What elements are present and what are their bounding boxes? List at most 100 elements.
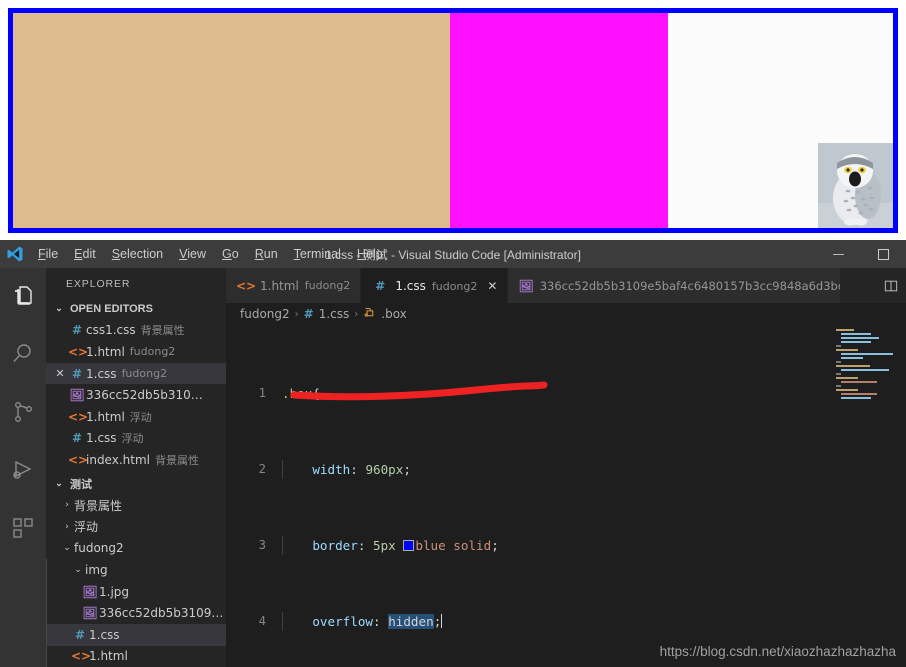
chevron-down-icon: ⌄ — [74, 564, 82, 575]
explorer-icon[interactable] — [0, 276, 46, 316]
file-desc: 浮动 — [121, 432, 144, 446]
folder-item-img[interactable]: ⌄ img — [46, 559, 226, 581]
html-file-icon: <> — [236, 278, 257, 293]
close-icon[interactable]: ✕ — [52, 367, 68, 380]
title-bar: File Edit Selection View Go Run Terminal… — [0, 240, 906, 268]
tab-label: 1.css — [395, 279, 426, 293]
tab-label: 336cc52db5b3109e5baf4c6480157b3cc9848a6d… — [539, 278, 841, 293]
code-editor[interactable]: 1 .box{ 2 width: 960px; 3 border: 5px blu… — [226, 325, 906, 667]
file-item-1html[interactable]: <> 1.html — [46, 645, 226, 667]
menu-selection[interactable]: Selection — [104, 244, 171, 264]
folder-name: 浮动 — [74, 520, 99, 535]
code-content[interactable]: 1 .box{ 2 width: 960px; 3 border: 5px blu… — [226, 325, 906, 667]
menu-terminal[interactable]: Terminal — [286, 244, 349, 264]
image-file-icon: 🖼 — [82, 606, 98, 621]
file-name: 1.html — [86, 409, 125, 424]
chevron-down-icon: ⌄ — [63, 543, 71, 554]
open-editor-item-1html-fudong2[interactable]: <> 1.html fudong2 — [46, 341, 226, 363]
editor-tabs: <> 1.html fudong2 # 1.css fudong2 ✕ 🖼 33… — [226, 268, 906, 303]
css-symbol-icon — [363, 306, 376, 322]
tab-1css-fudong2[interactable]: # 1.css fudong2 ✕ — [361, 268, 509, 303]
html-file-icon: <> — [68, 344, 89, 359]
file-name: 1.css — [86, 431, 117, 446]
open-editor-item-1css-fudong2[interactable]: ✕ # 1.css fudong2 — [46, 362, 226, 385]
open-editors-header[interactable]: ⌄ OPEN EDITORS — [46, 298, 226, 320]
file-item-1css[interactable]: # 1.css — [46, 623, 226, 646]
search-icon[interactable] — [0, 334, 46, 374]
line-text: width: 960px; — [282, 460, 411, 479]
split-editor-button[interactable] — [876, 268, 906, 303]
css-file-icon: # — [71, 431, 83, 446]
file-desc: 背景属性 — [140, 324, 185, 338]
open-editor-item-css1[interactable]: # css1.css 背景属性 — [46, 320, 226, 342]
tab-image[interactable]: 🖼 336cc52db5b3109e5baf4c6480157b3cc9848a… — [508, 268, 842, 303]
menu-edit[interactable]: Edit — [66, 244, 104, 264]
code-line: 2 width: 960px; — [226, 460, 906, 479]
file-item-hashimage[interactable]: 🖼 336cc52db5b3109… — [46, 602, 226, 624]
workspace-label: 测试 — [70, 478, 92, 491]
menu-view[interactable]: View — [171, 244, 214, 264]
extensions-icon[interactable] — [0, 508, 46, 548]
source-control-icon[interactable] — [0, 392, 46, 432]
menu-bar[interactable]: File Edit Selection View Go Run Terminal… — [30, 244, 391, 264]
menu-run[interactable]: Run — [247, 244, 286, 264]
file-desc: 浮动 — [129, 410, 152, 424]
tab-desc: fudong2 — [431, 279, 478, 293]
code-line: 4 overflow: hidden; — [226, 612, 906, 631]
line-text: .box{ — [282, 386, 320, 401]
menu-go[interactable]: Go — [214, 244, 247, 264]
vscode-window: File Edit Selection View Go Run Terminal… — [0, 240, 906, 667]
menu-help[interactable]: Help — [349, 244, 391, 264]
html-file-icon: <> — [68, 409, 89, 424]
minimize-button[interactable]: — — [816, 240, 861, 268]
line-text: overflow: hidden; — [282, 612, 443, 631]
image-file-icon: 🖼 — [69, 388, 85, 403]
open-editors-label: OPEN EDITORS — [70, 302, 153, 315]
line-text: border: 5px blue solid; — [282, 536, 499, 555]
activity-bar — [0, 268, 46, 667]
editor-area: <> 1.html fudong2 # 1.css fudong2 ✕ 🖼 33… — [226, 268, 906, 667]
run-and-debug-icon[interactable] — [0, 450, 46, 490]
file-name: 1.html — [86, 344, 125, 359]
browser-preview — [0, 0, 906, 240]
file-desc: fudong2 — [121, 367, 168, 381]
selected-token: hidden — [388, 614, 434, 629]
file-item-1jpg[interactable]: 🖼 1.jpg — [46, 580, 226, 603]
tab-1html-fudong2[interactable]: <> 1.html fudong2 — [226, 268, 362, 303]
open-editor-item-1html-fudong[interactable]: <> 1.html 浮动 — [46, 406, 226, 428]
maximize-button[interactable] — [861, 240, 906, 268]
css-file-icon: # — [71, 323, 83, 338]
line-number: 3 — [258, 538, 266, 552]
file-desc: fudong2 — [129, 345, 176, 359]
file-name: 336cc52db5b310… — [86, 388, 203, 403]
chevron-right-icon: › — [65, 521, 69, 532]
css-file-icon: # — [303, 307, 314, 321]
folder-item-fudong2[interactable]: ⌄ fudong2 — [46, 538, 226, 560]
preview-box3-white — [668, 13, 893, 228]
minimap[interactable] — [836, 329, 893, 399]
css-file-icon: # — [375, 279, 386, 293]
open-editor-item-image[interactable]: 🖼 336cc52db5b310… — [46, 384, 226, 406]
editor-vertical-scrollbar[interactable] — [892, 325, 906, 667]
html-file-icon: <> — [68, 452, 89, 467]
menu-file[interactable]: File — [30, 244, 66, 264]
folder-item-background[interactable]: › 背景属性 — [46, 494, 226, 516]
open-editor-item-indexhtml[interactable]: <> index.html 背景属性 — [46, 449, 226, 471]
breadcrumb-folder[interactable]: fudong2 — [240, 307, 290, 321]
folder-name: fudong2 — [74, 541, 124, 556]
breadcrumb-symbol[interactable]: .box — [381, 307, 407, 321]
close-icon[interactable]: ✕ — [487, 279, 497, 293]
breadcrumb-file[interactable]: 1.css — [319, 307, 350, 321]
workspace-header[interactable]: ⌄ 测试 — [46, 473, 226, 495]
window-controls: — — [816, 240, 906, 268]
folder-name: img — [85, 562, 108, 577]
breadcrumb[interactable]: fudong2 › # 1.css › .box — [226, 303, 906, 325]
open-editor-item-1css-fudong[interactable]: # 1.css 浮动 — [46, 428, 226, 450]
line-number: 1 — [258, 386, 266, 400]
folder-item-float[interactable]: › 浮动 — [46, 516, 226, 538]
css-file-icon: # — [74, 627, 86, 642]
file-name: 1.html — [89, 649, 128, 664]
css-file-icon: # — [71, 366, 83, 381]
preview-box-container — [8, 8, 898, 233]
file-name: 1.css — [86, 366, 117, 381]
